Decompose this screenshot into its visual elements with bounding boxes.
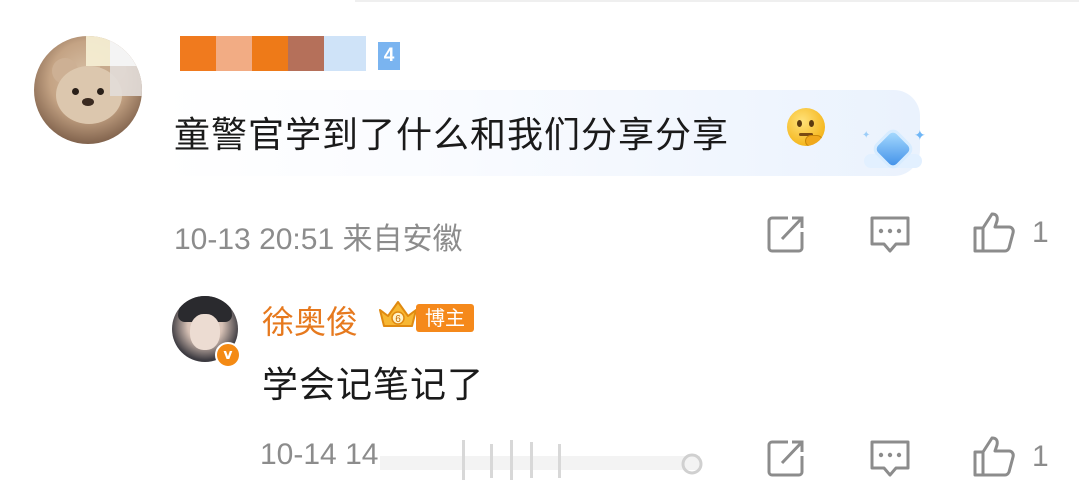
top-divider	[355, 0, 1079, 2]
level-badge: 4	[378, 42, 400, 70]
diamond-decoration-icon: ✦ ✦	[858, 128, 928, 178]
reply-author-name[interactable]: 徐奥俊	[262, 297, 358, 343]
redaction-block	[216, 36, 252, 71]
like-icon[interactable]	[972, 210, 1016, 254]
redaction-block	[324, 36, 366, 71]
comment-icon[interactable]	[868, 436, 912, 480]
thinking-emoji-icon	[787, 108, 825, 146]
share-icon[interactable]	[764, 436, 808, 480]
comment-text: 童警官学到了什么和我们分享分享	[174, 115, 730, 156]
verified-badge-icon: v	[215, 342, 241, 368]
crown-badge-icon: 6	[379, 301, 417, 327]
blogger-badge: 博主	[416, 304, 474, 332]
reply-text: 学会记笔记了	[262, 365, 485, 406]
redaction-block	[288, 36, 324, 71]
comment-meta: 10-13 20:51 来自安徽	[174, 214, 462, 258]
comment-icon[interactable]	[868, 212, 912, 256]
watermark-overlay	[380, 440, 703, 480]
like-count: 1	[1032, 216, 1049, 249]
share-icon[interactable]	[764, 212, 808, 256]
commenter-avatar[interactable]	[34, 36, 142, 144]
like-count: 1	[1032, 440, 1049, 473]
reply-time: 10-14 14	[260, 438, 379, 471]
redaction-block	[180, 36, 216, 71]
svg-text:6: 6	[395, 314, 401, 325]
redaction-block	[252, 36, 288, 71]
like-icon[interactable]	[972, 434, 1016, 478]
comment-location: 来自安徽	[342, 223, 463, 256]
comment-time: 10-13 20:51	[174, 223, 335, 256]
commenter-name-redacted[interactable]	[180, 36, 366, 71]
